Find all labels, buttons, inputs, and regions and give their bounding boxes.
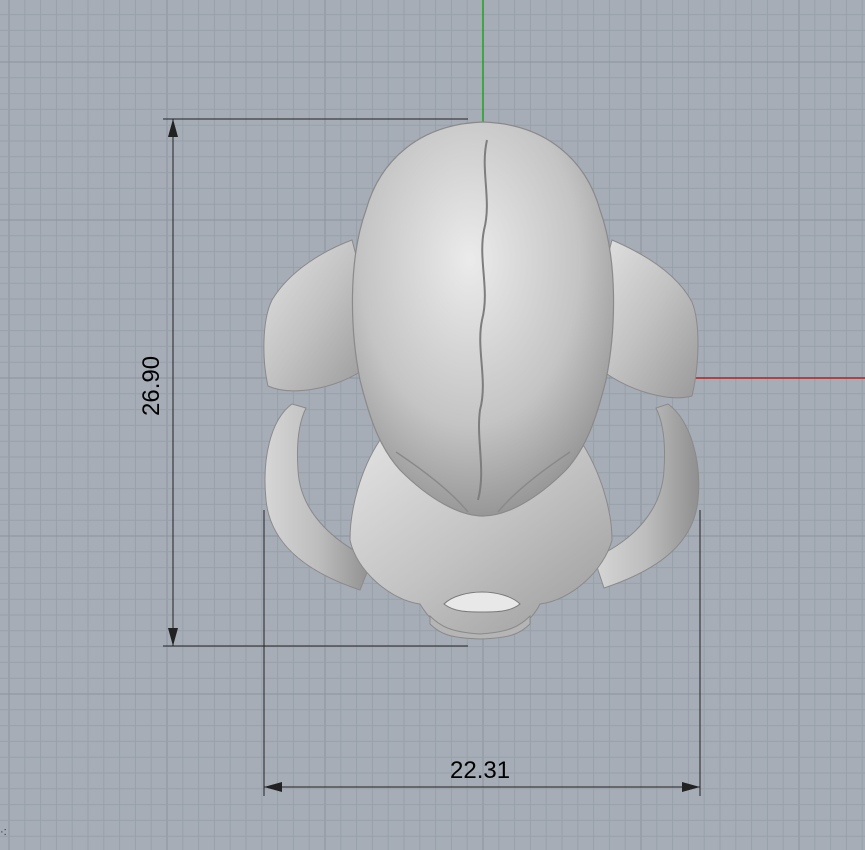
width-arrow-left	[264, 782, 282, 792]
3d-viewport[interactable]: 22.31 26.90 ·:	[0, 0, 865, 850]
height-dimension-label: 26.90	[138, 355, 165, 416]
height-arrow-bottom	[168, 628, 178, 646]
width-arrow-right	[682, 782, 700, 792]
width-dimension-label: 22.31	[450, 757, 511, 784]
skull-model[interactable]	[263, 121, 700, 640]
viewport-corner-marker: ·:	[0, 826, 7, 838]
height-arrow-top	[168, 119, 178, 137]
right-tusk	[593, 403, 700, 589]
scene-layer	[163, 0, 865, 796]
